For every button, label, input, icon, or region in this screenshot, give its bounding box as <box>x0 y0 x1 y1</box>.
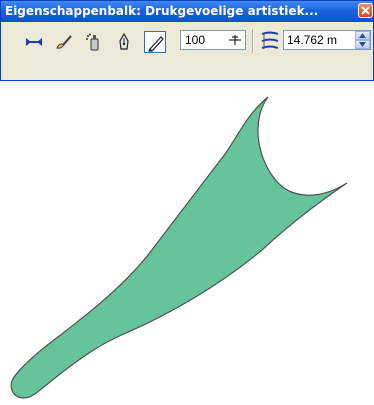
close-icon <box>361 6 370 15</box>
artistic-media-stroke-shape[interactable] <box>10 96 348 399</box>
title-bar[interactable]: Eigenschappenbalk: Drukgevoelige artisti… <box>1 1 373 22</box>
sprayer-button[interactable] <box>83 31 105 53</box>
slider-icon <box>229 35 241 45</box>
calligraphic-icon <box>119 33 129 50</box>
property-bar-window: Eigenschappenbalk: Drukgevoelige artisti… <box>0 0 374 81</box>
close-button[interactable] <box>358 3 373 18</box>
sprayer-icon <box>86 33 99 51</box>
chevron-down-icon <box>359 42 366 47</box>
pressure-pen-button[interactable] <box>144 31 166 53</box>
preset-stroke-icon <box>26 38 42 46</box>
window-title: Eigenschappenbalk: Drukgevoelige artisti… <box>5 4 319 18</box>
width-spin-control[interactable] <box>227 32 243 48</box>
calligraphic-button[interactable] <box>113 31 135 53</box>
drawing-canvas[interactable] <box>0 82 374 405</box>
toolbar-separator <box>252 29 254 53</box>
angle-label <box>259 31 281 51</box>
brush-icon <box>56 35 72 49</box>
preset-button[interactable] <box>23 31 45 53</box>
pressure-pen-icon <box>148 36 164 52</box>
angle-input[interactable] <box>287 31 353 49</box>
width-input[interactable] <box>185 31 221 49</box>
width-field[interactable] <box>180 30 246 50</box>
angle-spinner <box>355 31 370 49</box>
chevron-up-icon <box>359 33 366 38</box>
angle-field[interactable] <box>283 30 371 50</box>
spin-up-button[interactable] <box>355 31 370 40</box>
angle-icon <box>261 31 279 49</box>
brush-button[interactable] <box>53 31 75 53</box>
spin-down-button[interactable] <box>355 40 370 49</box>
